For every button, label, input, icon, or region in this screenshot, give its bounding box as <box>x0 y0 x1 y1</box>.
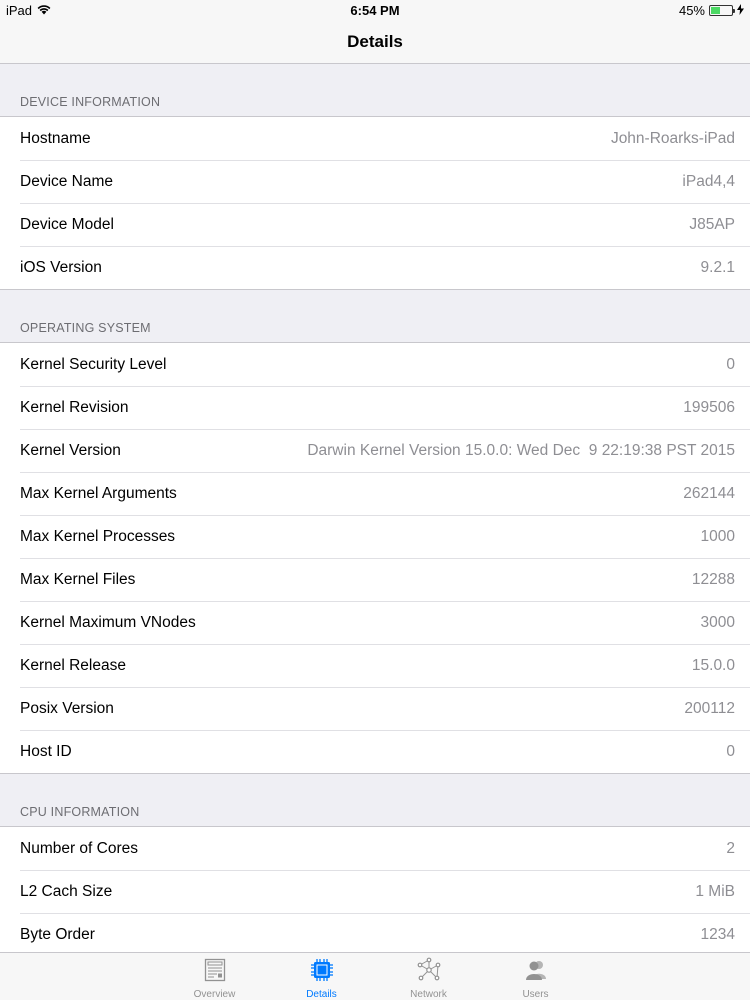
row-label: Kernel Maximum VNodes <box>20 613 196 631</box>
row-value: 9.2.1 <box>700 258 735 276</box>
tab-users[interactable]: Users <box>482 953 589 1000</box>
row-label: Device Model <box>20 215 114 233</box>
row-value: 1000 <box>700 527 735 545</box>
row-value: iPad4,4 <box>682 172 735 190</box>
row-hostname[interactable]: Hostname John-Roarks-iPad <box>0 117 750 160</box>
row-posix-version[interactable]: Posix Version 200112 <box>0 687 750 730</box>
row-number-of-cores[interactable]: Number of Cores 2 <box>0 827 750 870</box>
row-label: Kernel Version <box>20 441 121 459</box>
section-operating-system: Kernel Security Level 0 Kernel Revision … <box>0 343 750 774</box>
battery-fill <box>711 7 720 14</box>
row-value: Darwin Kernel Version 15.0.0: Wed Dec 9 … <box>307 441 735 459</box>
tab-label: Overview <box>193 989 236 1000</box>
row-value: 15.0.0 <box>691 656 735 674</box>
row-value: 0 <box>726 355 735 373</box>
tab-overview[interactable]: Overview <box>161 953 268 1000</box>
details-list[interactable]: DEVICE INFORMATION Hostname John-Roarks-… <box>0 64 750 952</box>
tab-bar: Overview Details Network Users <box>0 952 750 1000</box>
tab-details[interactable]: Details <box>268 953 375 1000</box>
navigation-bar: Details <box>0 22 750 64</box>
charging-icon <box>737 3 744 18</box>
row-value: J85AP <box>689 215 735 233</box>
row-value: 199506 <box>683 398 735 416</box>
overview-icon <box>202 957 228 986</box>
row-label: L2 Cach Size <box>20 882 113 900</box>
status-bar: iPad 6:54 PM 45% <box>0 0 750 22</box>
row-label: Max Kernel Processes <box>20 527 176 545</box>
section-header-operating-system: OPERATING SYSTEM <box>0 290 750 343</box>
row-value: 1234 <box>700 925 735 943</box>
row-label: Kernel Revision <box>20 398 129 416</box>
section-cpu-information: Number of Cores 2 L2 Cach Size 1 MiB Byt… <box>0 827 750 952</box>
row-kernel-maximum-vnodes[interactable]: Kernel Maximum VNodes 3000 <box>0 601 750 644</box>
row-value: 0 <box>726 742 735 760</box>
row-value: 12288 <box>691 570 735 588</box>
row-label: Byte Order <box>20 925 95 943</box>
row-label: Device Name <box>20 172 114 190</box>
status-time: 6:54 PM <box>350 3 400 18</box>
row-host-id[interactable]: Host ID 0 <box>0 730 750 773</box>
row-value: John-Roarks-iPad <box>610 129 735 147</box>
row-value: 1 MiB <box>695 882 735 900</box>
row-value: 200112 <box>684 699 735 717</box>
network-icon <box>416 957 442 986</box>
row-value: 2 <box>726 839 735 857</box>
section-header-cpu-information: CPU INFORMATION <box>0 774 750 827</box>
row-label: Max Kernel Arguments <box>20 484 177 502</box>
row-l2-cache-size[interactable]: L2 Cach Size 1 MiB <box>0 870 750 913</box>
tab-label: Network <box>410 989 447 1000</box>
row-max-kernel-arguments[interactable]: Max Kernel Arguments 262144 <box>0 472 750 515</box>
row-label: Kernel Release <box>20 656 126 674</box>
row-label: iOS Version <box>20 258 102 276</box>
section-header-device-information: DEVICE INFORMATION <box>0 64 750 117</box>
row-label: Posix Version <box>20 699 114 717</box>
row-label: Hostname <box>20 129 91 147</box>
tab-label: Users <box>522 989 549 1000</box>
row-device-name[interactable]: Device Name iPad4,4 <box>0 160 750 203</box>
row-value: 3000 <box>700 613 735 631</box>
row-ios-version[interactable]: iOS Version 9.2.1 <box>0 246 750 289</box>
row-kernel-release[interactable]: Kernel Release 15.0.0 <box>0 644 750 687</box>
chip-icon <box>309 957 335 986</box>
row-label: Number of Cores <box>20 839 139 857</box>
row-byte-order[interactable]: Byte Order 1234 <box>0 913 750 952</box>
row-max-kernel-files[interactable]: Max Kernel Files 12288 <box>0 558 750 601</box>
tab-network[interactable]: Network <box>375 953 482 1000</box>
row-kernel-version[interactable]: Kernel Version Darwin Kernel Version 15.… <box>0 429 750 472</box>
page-title: Details <box>347 32 403 51</box>
row-label: Host ID <box>20 742 72 760</box>
users-icon <box>523 957 549 986</box>
battery-percent: 45% <box>678 3 705 18</box>
tab-label: Details <box>306 989 337 1000</box>
row-value: 262144 <box>683 484 735 502</box>
row-label: Max Kernel Files <box>20 570 136 588</box>
status-right: 45% <box>679 3 744 18</box>
row-kernel-security-level[interactable]: Kernel Security Level 0 <box>0 343 750 386</box>
row-label: Kernel Security Level <box>20 355 167 373</box>
battery-icon <box>709 5 735 16</box>
row-max-kernel-processes[interactable]: Max Kernel Processes 1000 <box>0 515 750 558</box>
row-device-model[interactable]: Device Model J85AP <box>0 203 750 246</box>
row-kernel-revision[interactable]: Kernel Revision 199506 <box>0 386 750 429</box>
section-device-information: Hostname John-Roarks-iPad Device Name iP… <box>0 117 750 290</box>
